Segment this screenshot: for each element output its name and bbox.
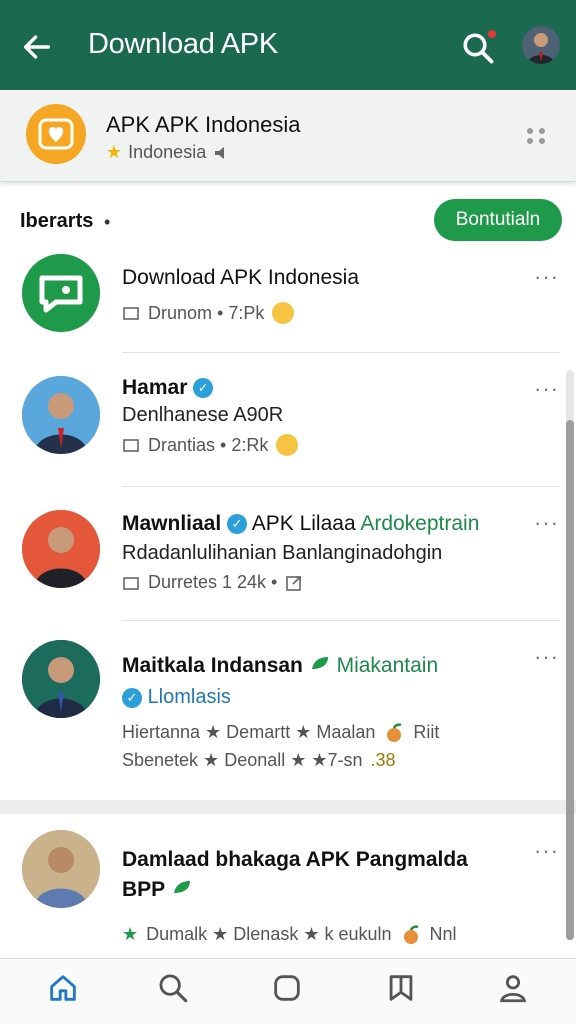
section-title: Iberarts bbox=[20, 210, 94, 232]
avatar[interactable] bbox=[522, 26, 560, 64]
item-meta-text: Drantias • 2:Rk bbox=[148, 434, 269, 455]
item-meta-text: Drunom • 7:Pk bbox=[148, 302, 265, 323]
item-subtitle: BPP bbox=[122, 878, 193, 902]
item-meta-text-b: .38 bbox=[370, 750, 396, 770]
verified-icon: ✓ bbox=[193, 378, 214, 399]
emoji-icon bbox=[276, 434, 299, 456]
more-icon[interactable]: ··· bbox=[534, 376, 559, 402]
divider bbox=[122, 352, 560, 353]
share-icon bbox=[286, 575, 302, 591]
leaf-icon bbox=[311, 657, 328, 669]
item-subtitle: ✓ Llomlasis bbox=[122, 686, 231, 709]
app-title: APK APK Indonesia bbox=[106, 112, 301, 137]
verified-icon: ✓ bbox=[122, 687, 142, 708]
item-meta-text: Dumalk ★ Dlenask ★ k eukuln bbox=[146, 924, 392, 944]
list-item[interactable]: Mawnliaal ✓ APK Lilaaa Ardokeptrain Rdad… bbox=[0, 506, 560, 616]
search-icon[interactable] bbox=[156, 971, 190, 1005]
follow-button[interactable]: Bontutialn bbox=[434, 199, 562, 241]
more-icon[interactable]: ··· bbox=[534, 838, 559, 864]
avatar bbox=[22, 254, 100, 332]
divider bbox=[122, 486, 560, 487]
bottom-navigation bbox=[0, 958, 576, 1024]
list-item[interactable]: Maitkala Indansan Miakantain ✓ Llomlasis… bbox=[0, 640, 560, 790]
item-meta: Hiertanna ★ Demartt ★ Maalan Riit bbox=[122, 722, 439, 743]
app-subtitle-text: Indonesia bbox=[128, 142, 207, 162]
avatar bbox=[22, 830, 100, 908]
verified-icon: ✓ bbox=[227, 514, 248, 535]
more-icon[interactable]: ··· bbox=[534, 644, 559, 670]
app-icon bbox=[26, 104, 86, 164]
avatar bbox=[22, 640, 100, 718]
emoji-icon bbox=[272, 302, 295, 324]
divider bbox=[122, 620, 560, 621]
item-meta-text-b: Riit bbox=[413, 722, 440, 742]
star-icon: ★ bbox=[106, 142, 123, 162]
person-icon[interactable] bbox=[496, 971, 530, 1005]
list-item[interactable]: Hamar ✓ Denlhanese A90R Drantias • 2:Rk … bbox=[0, 372, 560, 482]
speaker-icon bbox=[215, 146, 225, 159]
section-dot: • bbox=[104, 212, 111, 232]
item-name: Hamar ✓ bbox=[122, 376, 214, 400]
notification-badge bbox=[486, 28, 498, 40]
fruit-icon bbox=[387, 722, 402, 742]
folder-icon bbox=[123, 576, 139, 590]
app-subtitle: ★ Indonesia bbox=[106, 142, 230, 163]
item-subtitle: Rdadanlulihanian Banlanginadohgin bbox=[122, 542, 443, 564]
list-item[interactable]: Damlaad bhakaga APK Pangmalda BPP ★ Duma… bbox=[0, 830, 560, 954]
item-meta-text: Durretes 1 24k • bbox=[148, 572, 278, 592]
item-meta-text-b: Nnl bbox=[429, 924, 457, 944]
avatar bbox=[22, 510, 100, 588]
section-divider bbox=[0, 800, 576, 814]
folder-icon bbox=[123, 307, 139, 320]
item-subtitle: Denlhanese A90R bbox=[122, 404, 284, 426]
item-meta: Sbenetek ★ Deonall ★ ★7-sn .38 bbox=[122, 750, 396, 771]
more-icon[interactable] bbox=[522, 122, 550, 150]
page-title: Download APK bbox=[88, 28, 278, 60]
item-name: Maitkala Indansan Miakantain bbox=[122, 654, 439, 677]
item-meta: ★ Dumalk ★ Dlenask ★ k eukuln Nnl bbox=[122, 924, 457, 945]
list-item[interactable]: Download APK Indonesia Drunom • 7:Pk ··· bbox=[0, 250, 560, 350]
fruit-icon bbox=[403, 924, 419, 944]
avatar bbox=[22, 376, 100, 454]
item-meta: Durretes 1 24k • bbox=[122, 572, 303, 593]
app-header-card[interactable]: APK APK Indonesia ★ Indonesia bbox=[0, 90, 576, 182]
app-bar: Download APK bbox=[0, 0, 576, 90]
folder-icon bbox=[123, 439, 139, 452]
leaf-icon bbox=[174, 881, 191, 893]
scrollbar-thumb[interactable] bbox=[566, 420, 574, 940]
home-icon[interactable] bbox=[46, 971, 80, 1005]
more-icon[interactable]: ··· bbox=[534, 264, 559, 290]
square-icon[interactable] bbox=[270, 971, 304, 1005]
item-name: Download APK Indonesia bbox=[122, 266, 359, 289]
item-meta: Drunom • 7:Pk bbox=[122, 302, 295, 324]
item-meta-text: Hiertanna ★ Demartt ★ Maalan bbox=[122, 722, 376, 742]
more-icon[interactable]: ··· bbox=[534, 510, 559, 536]
bookmark-icon[interactable] bbox=[384, 971, 418, 1005]
item-meta-text: Sbenetek ★ Deonall ★ ★7-sn bbox=[122, 750, 363, 770]
item-name: Mawnliaal ✓ APK Lilaaa Ardokeptrain bbox=[122, 512, 480, 535]
arrow-left-icon[interactable] bbox=[20, 30, 54, 64]
item-meta: Drantias • 2:Rk bbox=[122, 434, 299, 456]
star-icon: ★ bbox=[122, 924, 139, 944]
item-name: Damlaad bhakaga APK Pangmalda bbox=[122, 848, 468, 871]
